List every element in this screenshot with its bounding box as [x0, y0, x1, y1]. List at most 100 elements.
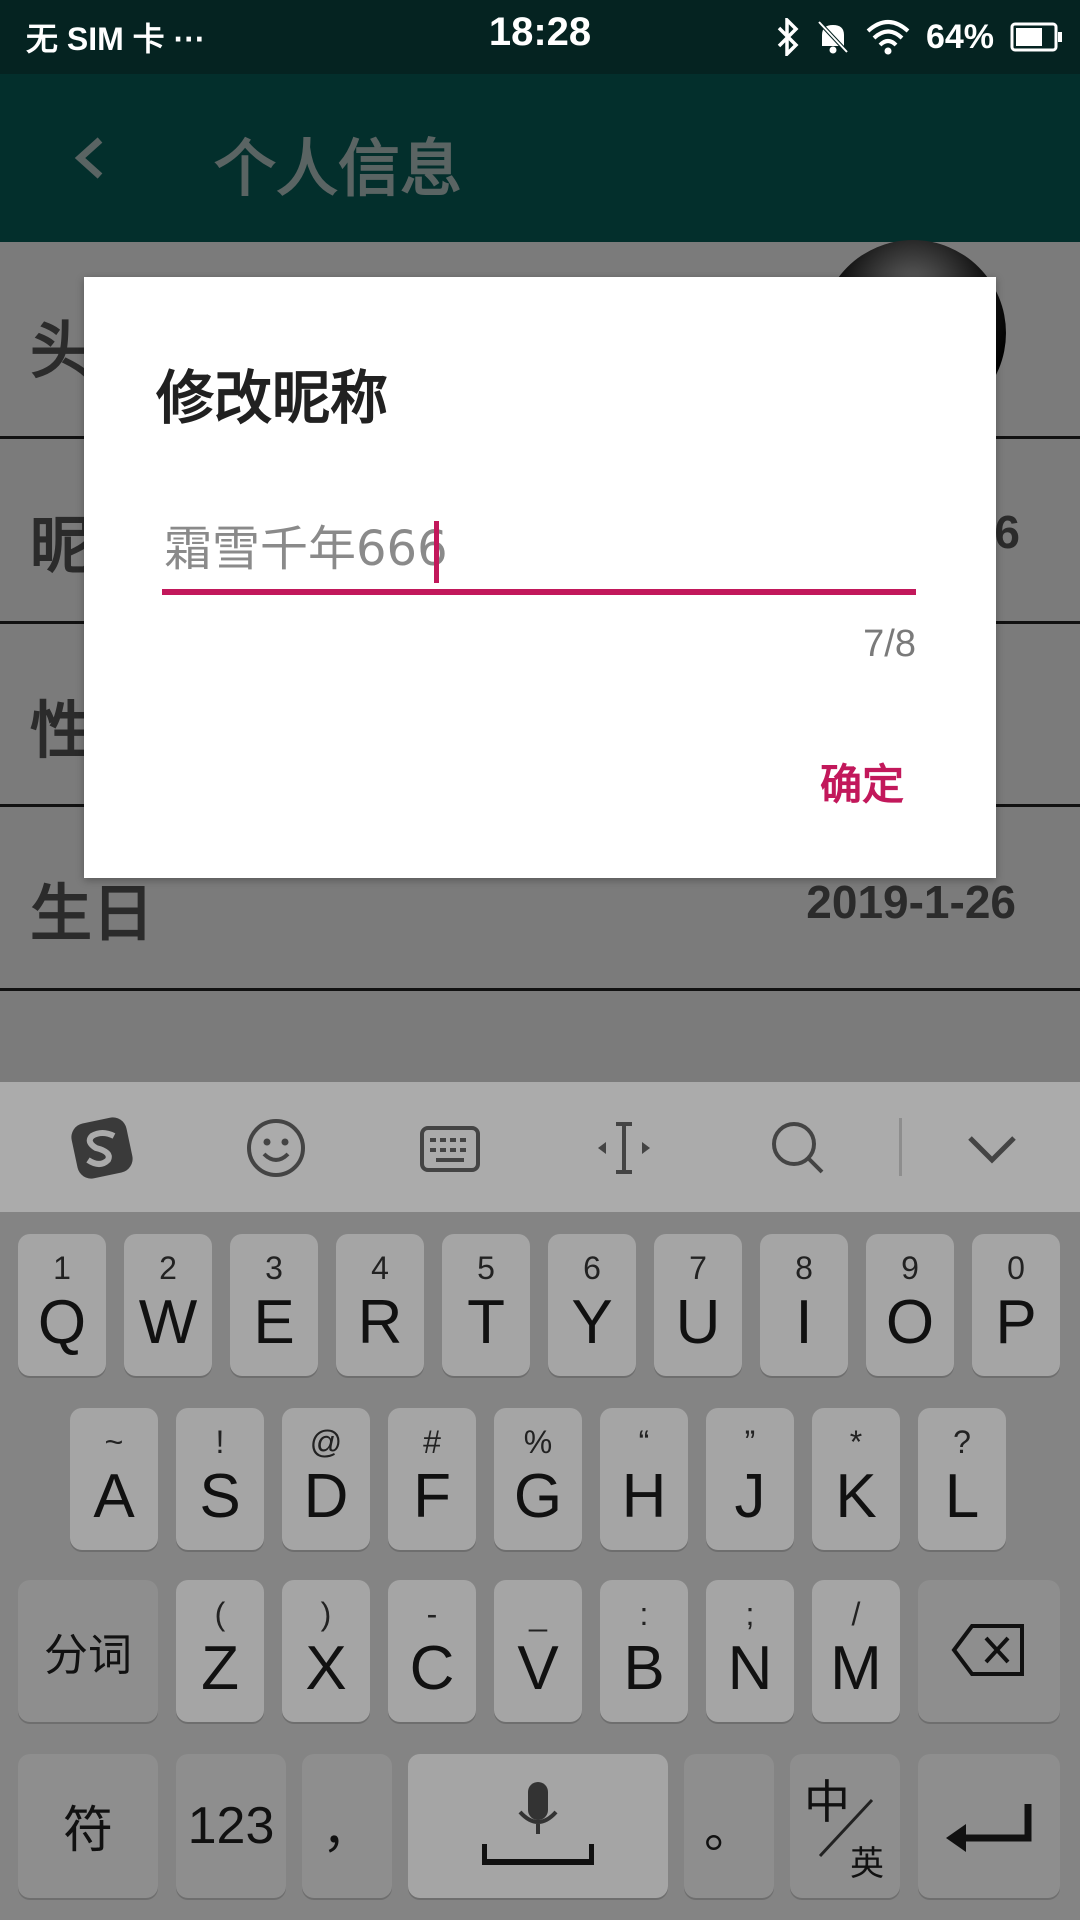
- key-j[interactable]: ” J: [706, 1408, 794, 1550]
- key-l[interactable]: ? L: [918, 1408, 1006, 1550]
- key-secondary-label: -: [426, 1596, 438, 1632]
- comma-key[interactable]: ，: [302, 1754, 392, 1898]
- key-primary-label: K: [835, 1462, 877, 1531]
- key-primary-label: N: [727, 1634, 773, 1703]
- key-o[interactable]: 9O: [866, 1234, 954, 1376]
- confirm-button[interactable]: 确定: [820, 751, 904, 812]
- key-primary-label: O: [885, 1288, 935, 1357]
- key-m[interactable]: / M: [812, 1580, 900, 1722]
- key-p[interactable]: 0P: [972, 1234, 1060, 1376]
- key-secondary-label: _: [529, 1596, 547, 1632]
- key-secondary-label: 3: [265, 1250, 283, 1286]
- back-button[interactable]: [54, 118, 134, 198]
- char-counter: 7/8: [863, 623, 916, 665]
- key-secondary-label: ;: [745, 1596, 755, 1632]
- key-primary-label: C: [409, 1634, 455, 1703]
- avatar-label: 头: [30, 314, 93, 387]
- key-primary-label: G: [513, 1462, 563, 1531]
- nickname-value: 6: [994, 506, 1020, 558]
- key-a[interactable]: ~ A: [70, 1408, 158, 1550]
- segment-key-label: 分词: [44, 1630, 132, 1681]
- sogou-logo-icon[interactable]: [66, 1112, 138, 1184]
- language-switch-key[interactable]: 中 英: [790, 1754, 900, 1898]
- key-secondary-label: 2: [159, 1250, 177, 1286]
- space-key[interactable]: [408, 1754, 668, 1898]
- key-secondary-label: ”: [744, 1424, 756, 1460]
- comma-key-label: ，: [322, 1801, 372, 1859]
- key-secondary-label: “: [638, 1424, 650, 1460]
- text-cursor: [434, 521, 439, 583]
- key-primary-label: S: [199, 1462, 241, 1531]
- gender-label: 性: [30, 694, 93, 767]
- key-secondary-label: 0: [1007, 1250, 1025, 1286]
- enter-key[interactable]: [918, 1754, 1060, 1898]
- key-v[interactable]: _ V: [494, 1580, 582, 1722]
- key-i[interactable]: 8I: [760, 1234, 848, 1376]
- key-f[interactable]: # F: [388, 1408, 476, 1550]
- key-g[interactable]: % G: [494, 1408, 582, 1550]
- symbols-key[interactable]: 符: [18, 1754, 158, 1898]
- key-primary-label: Q: [37, 1288, 87, 1357]
- key-c[interactable]: -C: [388, 1580, 476, 1722]
- key-x[interactable]: ) X: [282, 1580, 370, 1722]
- app-bar: 个人信息: [0, 74, 1080, 242]
- key-secondary-label: ?: [953, 1424, 971, 1460]
- keyboard-icon[interactable]: [414, 1112, 486, 1184]
- toolbar-divider: [899, 1118, 902, 1176]
- key-primary-label: Z: [201, 1634, 239, 1703]
- mute-bell-icon: [816, 18, 850, 56]
- nickname-input[interactable]: [162, 507, 916, 595]
- backspace-icon: [951, 1624, 1024, 1676]
- key-k[interactable]: * K: [812, 1408, 900, 1550]
- key-secondary-label: 8: [795, 1250, 813, 1286]
- period-key[interactable]: 。: [684, 1754, 774, 1898]
- key-q[interactable]: 1Q: [18, 1234, 106, 1376]
- key-primary-label: R: [357, 1288, 403, 1357]
- key-r[interactable]: 4R: [336, 1234, 424, 1376]
- key-primary-label: U: [675, 1288, 721, 1357]
- key-t[interactable]: 5T: [442, 1234, 530, 1376]
- search-icon[interactable]: [762, 1112, 834, 1184]
- key-primary-label: V: [517, 1634, 559, 1703]
- period-key-label: 。: [704, 1801, 754, 1859]
- key-secondary-label: 4: [371, 1250, 389, 1286]
- key-b[interactable]: :B: [600, 1580, 688, 1722]
- key-primary-label: P: [995, 1288, 1037, 1357]
- symbols-key-label: 符: [63, 1801, 113, 1859]
- key-n[interactable]: ; N: [706, 1580, 794, 1722]
- status-bar: 无 SIM 卡 ··· 18:28 64%: [0, 0, 1080, 74]
- key-y[interactable]: 6Y: [548, 1234, 636, 1376]
- key-primary-label: I: [795, 1288, 813, 1357]
- dialog-title: 修改昵称: [156, 364, 389, 432]
- key-secondary-label: 7: [689, 1250, 707, 1286]
- key-primary-label: H: [621, 1462, 667, 1531]
- key-h[interactable]: “H: [600, 1408, 688, 1550]
- key-secondary-label: %: [523, 1424, 553, 1460]
- page-title: 个人信息: [214, 132, 463, 205]
- key-primary-label: D: [303, 1462, 349, 1531]
- key-u[interactable]: 7U: [654, 1234, 742, 1376]
- key-e[interactable]: 3E: [230, 1234, 318, 1376]
- key-primary-label: B: [623, 1634, 665, 1703]
- backspace-key[interactable]: [918, 1580, 1060, 1722]
- key-primary-label: J: [734, 1462, 766, 1531]
- key-secondary-label: @: [309, 1424, 343, 1460]
- back-arrow-icon: [74, 137, 103, 179]
- wifi-icon: [866, 19, 910, 55]
- key-d[interactable]: @ D: [282, 1408, 370, 1550]
- key-secondary-label: 5: [477, 1250, 495, 1286]
- cursor-move-icon[interactable]: [588, 1112, 660, 1184]
- key-primary-label: E: [253, 1288, 295, 1357]
- key-primary-label: W: [138, 1288, 198, 1357]
- key-w[interactable]: 2W: [124, 1234, 212, 1376]
- collapse-icon[interactable]: [956, 1112, 1028, 1184]
- key-primary-label: M: [830, 1634, 882, 1703]
- key-z[interactable]: (Z: [176, 1580, 264, 1722]
- language-sub-label: 英: [850, 1844, 884, 1884]
- emoji-icon[interactable]: [240, 1112, 312, 1184]
- numbers-key[interactable]: 123: [176, 1754, 286, 1898]
- enter-icon: [946, 1804, 1032, 1852]
- key-secondary-label: (: [214, 1596, 226, 1632]
- segment-key[interactable]: 分词: [18, 1580, 158, 1722]
- key-s[interactable]: ! S: [176, 1408, 264, 1550]
